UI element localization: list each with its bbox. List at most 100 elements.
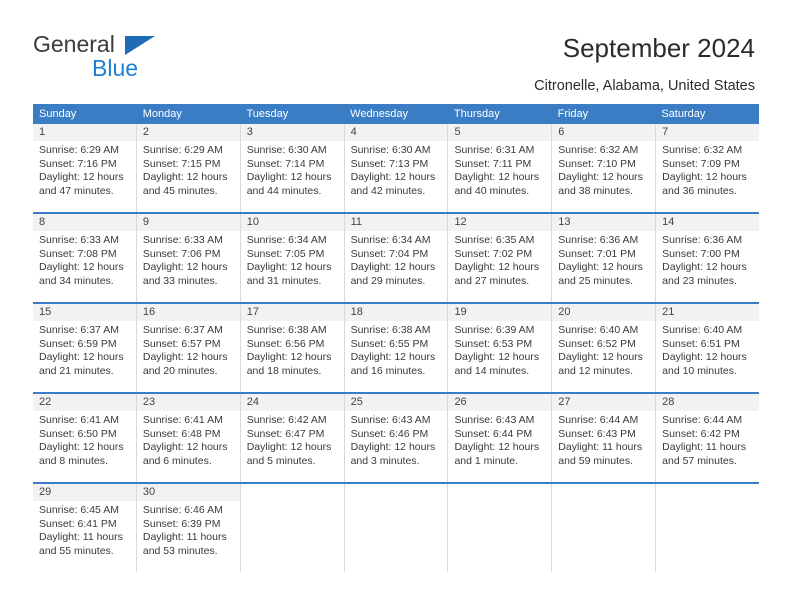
sunrise-text: Sunrise: 6:32 AM (558, 144, 639, 156)
daylight-text-line1: Daylight: 12 hours (662, 351, 747, 364)
sunset-text: Sunset: 7:09 PM (662, 157, 740, 170)
sunset-text: Sunset: 7:11 PM (454, 157, 532, 170)
day-number: 5 (448, 124, 552, 141)
sunset-text: Sunset: 6:51 PM (662, 337, 740, 350)
calendar-day-cell[interactable]: 7 Sunrise: 6:32 AM Sunset: 7:09 PM Daylight… (656, 124, 760, 212)
sunrise-text: Sunrise: 6:45 AM (39, 504, 119, 516)
daylight-text-line2: and 5 minutes. (246, 455, 316, 468)
day-number: 8 (33, 214, 136, 231)
day-details (345, 501, 448, 504)
calendar-day-cell-empty (656, 484, 760, 572)
daylight-text-line1: Daylight: 12 hours (142, 351, 228, 364)
weekday-sunday: Sunday (39, 108, 77, 120)
daylight-text-line2: and 27 minutes. (454, 275, 530, 288)
logo-text-blue: Blue (92, 55, 139, 81)
calendar-week-row: 22 Sunrise: 6:41 AM Sunset: 6:50 PM Dayligh… (33, 392, 760, 482)
calendar-day-cell[interactable]: 19 Sunrise: 6:39 AM Sunset: 6:53 PM Dayligh… (448, 304, 553, 392)
calendar-day-cell-empty (552, 484, 657, 572)
day-details: Sunrise: 6:32 AM Sunset: 7:10 PM Daylight:… (552, 141, 655, 199)
daylight-text-line1: Daylight: 11 hours (39, 531, 123, 544)
sunset-text: Sunset: 7:10 PM (558, 157, 636, 170)
daylight-text-line2: and 6 minutes. (142, 455, 212, 468)
calendar-day-cell[interactable]: 4 Sunrise: 6:30 AM Sunset: 7:13 PM Daylight… (344, 124, 449, 212)
sunrise-text: Sunrise: 6:39 AM (454, 324, 535, 336)
daylight-text-line1: Daylight: 12 hours (558, 171, 643, 184)
calendar-day-cell[interactable]: 16 Sunrise: 6:37 AM Sunset: 6:57 PM Dayligh… (136, 304, 241, 392)
sunrise-text: Sunrise: 6:30 AM (246, 144, 327, 156)
calendar-day-cell[interactable]: 11 Sunrise: 6:34 AM Sunset: 7:04 PM Dayligh… (344, 214, 449, 302)
calendar-day-cell[interactable]: 9 Sunrise: 6:33 AM Sunset: 7:06 PM Daylight… (136, 214, 241, 302)
calendar-day-cell[interactable]: 29 Sunrise: 6:45 AM Sunset: 6:41 PM Dayligh… (33, 484, 137, 572)
daylight-text-line1: Daylight: 12 hours (454, 171, 540, 184)
calendar-day-cell[interactable]: 12 Sunrise: 6:35 AM Sunset: 7:02 PM Dayligh… (448, 214, 553, 302)
day-details: Sunrise: 6:38 AM Sunset: 6:55 PM Daylight:… (345, 321, 448, 379)
day-details: Sunrise: 6:30 AM Sunset: 7:13 PM Daylight:… (345, 141, 448, 199)
calendar-day-cell[interactable]: 1 Sunrise: 6:29 AM Sunset: 7:16 PM Daylight… (33, 124, 137, 212)
calendar-day-cell[interactable]: 14 Sunrise: 6:36 AM Sunset: 7:00 PM Dayligh… (656, 214, 760, 302)
calendar-day-cell[interactable]: 21 Sunrise: 6:40 AM Sunset: 6:51 PM Dayligh… (656, 304, 760, 392)
calendar-day-cell[interactable]: 3 Sunrise: 6:30 AM Sunset: 7:14 PM Daylight… (240, 124, 345, 212)
day-number: 18 (344, 304, 448, 321)
sunset-text: Sunset: 6:56 PM (246, 337, 325, 350)
calendar-day-cell[interactable]: 26 Sunrise: 6:43 AM Sunset: 6:44 PM Dayligh… (448, 394, 553, 482)
sunset-text: Sunset: 7:00 PM (662, 247, 740, 260)
day-details (656, 501, 759, 504)
daylight-text-line2: and 45 minutes. (142, 185, 218, 198)
daylight-text-line2: and 1 minute. (454, 455, 519, 468)
daylight-text-line2: and 53 minutes. (142, 545, 218, 558)
calendar-day-cell[interactable]: 6 Sunrise: 6:32 AM Sunset: 7:10 PM Daylight… (552, 124, 657, 212)
day-number: 29 (33, 484, 136, 501)
calendar-day-cell[interactable]: 20 Sunrise: 6:40 AM Sunset: 6:52 PM Dayligh… (552, 304, 657, 392)
calendar-day-cell[interactable]: 2 Sunrise: 6:29 AM Sunset: 7:15 PM Daylight… (136, 124, 241, 212)
daylight-text-line2: and 59 minutes. (558, 455, 634, 468)
daylight-text-line2: and 25 minutes. (558, 275, 634, 288)
daylight-text-line2: and 38 minutes. (558, 185, 634, 198)
calendar-day-cell[interactable]: 24 Sunrise: 6:42 AM Sunset: 6:47 PM Dayligh… (240, 394, 345, 482)
calendar-day-cell[interactable]: 17 Sunrise: 6:38 AM Sunset: 6:56 PM Dayligh… (240, 304, 345, 392)
day-details: Sunrise: 6:32 AM Sunset: 7:09 PM Daylight:… (656, 141, 759, 199)
sunset-text: Sunset: 6:57 PM (142, 337, 221, 350)
calendar-day-cell[interactable]: 15 Sunrise: 6:37 AM Sunset: 6:59 PM Dayligh… (33, 304, 137, 392)
sunrise-text: Sunrise: 6:41 AM (142, 414, 223, 426)
sunset-text: Sunset: 6:39 PM (142, 517, 221, 530)
daylight-text-line2: and 12 minutes. (558, 365, 634, 378)
daylight-text-line1: Daylight: 12 hours (662, 171, 747, 184)
sunset-text: Sunset: 6:48 PM (142, 427, 221, 440)
sunset-text: Sunset: 7:16 PM (39, 157, 117, 170)
sunset-text: Sunset: 7:08 PM (39, 247, 117, 260)
calendar-day-cell[interactable]: 18 Sunrise: 6:38 AM Sunset: 6:55 PM Dayligh… (344, 304, 449, 392)
calendar-day-cell[interactable]: 10 Sunrise: 6:34 AM Sunset: 7:05 PM Dayligh… (240, 214, 345, 302)
calendar-day-cell[interactable]: 22 Sunrise: 6:41 AM Sunset: 6:50 PM Dayligh… (33, 394, 137, 482)
sunset-text: Sunset: 7:13 PM (350, 157, 429, 170)
calendar-weeks: 1 Sunrise: 6:29 AM Sunset: 7:16 PM Daylight… (33, 124, 760, 572)
daylight-text-line1: Daylight: 12 hours (558, 261, 643, 274)
daylight-text-line2: and 10 minutes. (662, 365, 737, 378)
calendar-day-cell[interactable]: 13 Sunrise: 6:36 AM Sunset: 7:01 PM Dayligh… (552, 214, 657, 302)
sunset-text: Sunset: 6:44 PM (454, 427, 533, 440)
general-blue-logo[interactable]: General Blue (33, 31, 213, 83)
sunrise-text: Sunrise: 6:37 AM (39, 324, 119, 336)
sunrise-text: Sunrise: 6:33 AM (142, 234, 223, 246)
day-details: Sunrise: 6:31 AM Sunset: 7:11 PM Daylight:… (448, 141, 551, 199)
daylight-text-line1: Daylight: 12 hours (350, 171, 436, 184)
daylight-text-line1: Daylight: 12 hours (142, 441, 228, 454)
sunrise-text: Sunrise: 6:34 AM (246, 234, 327, 246)
day-details: Sunrise: 6:42 AM Sunset: 6:47 PM Daylight:… (241, 411, 344, 469)
calendar-day-cell[interactable]: 28 Sunrise: 6:44 AM Sunset: 6:42 PM Dayligh… (656, 394, 760, 482)
sunrise-text: Sunrise: 6:43 AM (350, 414, 431, 426)
sunset-text: Sunset: 6:59 PM (39, 337, 117, 350)
calendar-day-cell[interactable]: 5 Sunrise: 6:31 AM Sunset: 7:11 PM Daylight… (448, 124, 553, 212)
calendar-day-cell[interactable]: 8 Sunrise: 6:33 AM Sunset: 7:08 PM Daylight… (33, 214, 137, 302)
sunrise-text: Sunrise: 6:34 AM (350, 234, 431, 246)
weekday-header-row: Sunday Monday Tuesday Wednesday Thursday… (33, 104, 759, 124)
sunset-text: Sunset: 7:01 PM (558, 247, 636, 260)
calendar-day-cell[interactable]: 25 Sunrise: 6:43 AM Sunset: 6:46 PM Dayligh… (344, 394, 449, 482)
day-details: Sunrise: 6:38 AM Sunset: 6:56 PM Daylight:… (241, 321, 344, 379)
daylight-text-line2: and 55 minutes. (39, 545, 114, 558)
calendar-day-cell[interactable]: 30 Sunrise: 6:46 AM Sunset: 6:39 PM Dayligh… (136, 484, 241, 572)
daylight-text-line2: and 23 minutes. (662, 275, 737, 288)
calendar-day-cell[interactable]: 27 Sunrise: 6:44 AM Sunset: 6:43 PM Dayligh… (552, 394, 657, 482)
daylight-text-line1: Daylight: 12 hours (454, 441, 540, 454)
calendar-day-cell[interactable]: 23 Sunrise: 6:41 AM Sunset: 6:48 PM Dayligh… (136, 394, 241, 482)
weekday-saturday: Saturday (661, 108, 706, 120)
